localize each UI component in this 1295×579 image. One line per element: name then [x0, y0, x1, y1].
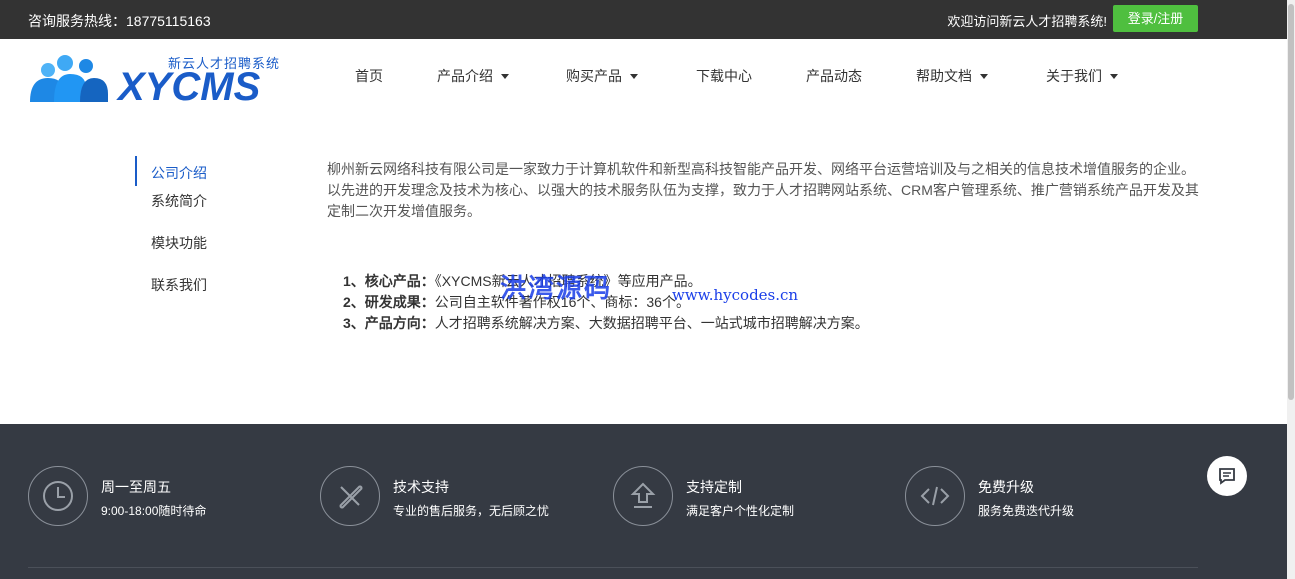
- feature-desc: 9:00-18:00随时待命: [101, 504, 207, 518]
- chat-icon: [1219, 468, 1235, 485]
- sidebar-item-system[interactable]: 系统简介: [151, 191, 207, 211]
- tools-icon: [320, 466, 380, 526]
- footer-divider: [28, 567, 1198, 568]
- feature-title: 免费升级: [978, 479, 1034, 495]
- chevron-down-icon: [630, 74, 638, 79]
- chevron-down-icon: [980, 74, 988, 79]
- sidebar-item-contact[interactable]: 联系我们: [151, 275, 207, 295]
- clock-icon: [28, 466, 88, 526]
- nav-home[interactable]: 首页: [355, 66, 383, 86]
- feature-desc: 服务免费迭代升级: [978, 504, 1075, 518]
- sidebar-item-company[interactable]: 公司介绍: [151, 163, 207, 183]
- nav-products[interactable]: 产品介绍: [437, 66, 509, 86]
- top-bar: 咨询服务热线：18775115163 欢迎访问新云人才招聘系统! 登录/注册: [0, 0, 1287, 39]
- chat-button[interactable]: [1207, 456, 1247, 496]
- list-item: 3、产品方向：人才招聘系统解决方案、大数据招聘平台、一站式城市招聘解决方案。: [343, 315, 869, 331]
- footer: 周一至周五 9:00-18:00随时待命 技术支持 专业的售后服务，无后顾之忧 …: [0, 424, 1287, 579]
- feature-desc: 专业的售后服务，无后顾之忧: [393, 504, 550, 518]
- page-scrollbar[interactable]: [1287, 0, 1295, 579]
- welcome-text: 欢迎访问新云人才招聘系统!: [947, 14, 1107, 29]
- code-icon: [905, 466, 965, 526]
- nav-buy[interactable]: 购买产品: [566, 66, 638, 86]
- scrollbar-thumb[interactable]: [1288, 4, 1294, 400]
- login-register-button[interactable]: 登录/注册: [1113, 5, 1198, 32]
- upload-icon: [613, 466, 673, 526]
- watermark-url: www.hycodes.cn: [672, 286, 799, 304]
- chevron-down-icon: [1110, 74, 1118, 79]
- nav-news[interactable]: 产品动态: [806, 66, 862, 86]
- feature-desc: 满足客户个性化定制: [686, 504, 795, 518]
- site-logo[interactable]: XYCMS 新云人才招聘系统: [28, 48, 281, 109]
- nav-help[interactable]: 帮助文档: [916, 66, 988, 86]
- feature-title: 支持定制: [686, 479, 742, 495]
- watermark-text: 洪湾源码: [500, 274, 613, 304]
- nav-download[interactable]: 下载中心: [696, 66, 752, 86]
- sidebar-item-modules[interactable]: 模块功能: [151, 233, 207, 253]
- active-indicator: [135, 156, 137, 186]
- nav-about[interactable]: 关于我们: [1046, 66, 1118, 86]
- service-hotline: 咨询服务热线：18775115163: [28, 13, 211, 29]
- chevron-down-icon: [501, 74, 509, 79]
- logo-subtitle: 新云人才招聘系统: [168, 56, 281, 71]
- feature-title: 周一至周五: [101, 479, 171, 495]
- company-intro: 柳州新云网络科技有限公司是一家致力于计算机软件和新型高科技智能产品开发、网络平台…: [327, 161, 1199, 219]
- feature-title: 技术支持: [393, 479, 449, 495]
